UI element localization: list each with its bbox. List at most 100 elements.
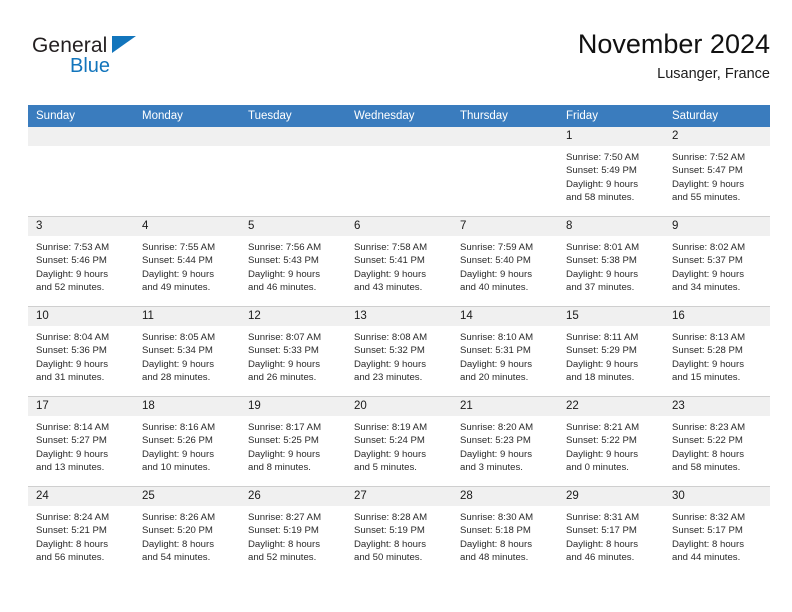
calendar-header-row: Sunday Monday Tuesday Wednesday Thursday Frid…: [28, 105, 770, 127]
daylight-duration-line1: Daylight: 9 hours: [672, 268, 744, 280]
day-number: [134, 127, 240, 146]
daylight-duration-line1: Daylight: 9 hours: [566, 448, 638, 460]
sunset-time: Sunset: 5:33 PM: [248, 345, 319, 357]
daylight-duration-line1: Daylight: 9 hours: [142, 358, 214, 370]
day-cell[interactable]: 9 Sunrise: 8:02 AM Sunset: 5:37 PM Daylight…: [664, 216, 770, 307]
day-cell[interactable]: 22 Sunrise: 8:21 AM Sunset: 5:22 PM Dayligh…: [558, 396, 664, 487]
day-cell[interactable]: 4 Sunrise: 7:55 AM Sunset: 5:44 PM Daylight…: [134, 216, 240, 307]
daylight-duration-line1: Daylight: 8 hours: [672, 538, 744, 550]
brand-logo[interactable]: General Blue: [32, 34, 262, 92]
weekday-header-thursday: Thursday: [452, 105, 558, 127]
day-cell-empty: [240, 127, 346, 217]
daylight-duration-line1: Daylight: 9 hours: [460, 358, 532, 370]
day-cell[interactable]: 12 Sunrise: 8:07 AM Sunset: 5:33 PM Dayligh…: [240, 306, 346, 397]
day-number: 2: [664, 127, 770, 146]
day-number: 20: [346, 397, 452, 416]
day-number: 4: [134, 217, 240, 236]
day-details: Sunrise: 8:08 AM Sunset: 5:32 PM Daylight:…: [346, 326, 452, 385]
day-number: 6: [346, 217, 452, 236]
day-cell[interactable]: 7 Sunrise: 7:59 AM Sunset: 5:40 PM Daylight…: [452, 216, 558, 307]
daylight-duration-line1: Daylight: 9 hours: [354, 358, 426, 370]
daylight-duration-line1: Daylight: 9 hours: [460, 268, 532, 280]
day-cell[interactable]: 18 Sunrise: 8:16 AM Sunset: 5:26 PM Dayligh…: [134, 396, 240, 487]
day-number: [452, 127, 558, 146]
day-details: Sunrise: 8:04 AM Sunset: 5:36 PM Daylight:…: [28, 326, 134, 385]
sunset-time: Sunset: 5:18 PM: [460, 525, 531, 537]
day-details: Sunrise: 8:31 AM Sunset: 5:17 PM Daylight:…: [558, 506, 664, 565]
sunset-time: Sunset: 5:25 PM: [248, 435, 319, 447]
day-cell[interactable]: 6 Sunrise: 7:58 AM Sunset: 5:41 PM Daylight…: [346, 216, 452, 307]
day-cell-empty: [28, 127, 134, 217]
daylight-duration-line1: Daylight: 9 hours: [672, 178, 744, 190]
day-number: 7: [452, 217, 558, 236]
day-cell[interactable]: 23 Sunrise: 8:23 AM Sunset: 5:22 PM Dayligh…: [664, 396, 770, 487]
day-cell[interactable]: 26 Sunrise: 8:27 AM Sunset: 5:19 PM Dayligh…: [240, 486, 346, 576]
day-details: Sunrise: 8:21 AM Sunset: 5:22 PM Daylight:…: [558, 416, 664, 475]
day-cell[interactable]: 29 Sunrise: 8:31 AM Sunset: 5:17 PM Dayligh…: [558, 486, 664, 576]
sunset-time: Sunset: 5:36 PM: [36, 345, 107, 357]
day-cell[interactable]: 19 Sunrise: 8:17 AM Sunset: 5:25 PM Dayligh…: [240, 396, 346, 487]
day-cell[interactable]: 15 Sunrise: 8:11 AM Sunset: 5:29 PM Dayligh…: [558, 306, 664, 397]
day-cell[interactable]: 24 Sunrise: 8:24 AM Sunset: 5:21 PM Dayligh…: [28, 486, 134, 576]
day-cell[interactable]: 11 Sunrise: 8:05 AM Sunset: 5:34 PM Dayligh…: [134, 306, 240, 397]
daylight-duration-line1: Daylight: 8 hours: [354, 538, 426, 550]
sunset-time: Sunset: 5:17 PM: [566, 525, 637, 537]
weekday-header-wednesday: Wednesday: [346, 105, 452, 127]
daylight-duration-line1: Daylight: 9 hours: [36, 448, 108, 460]
day-details: Sunrise: 8:24 AM Sunset: 5:21 PM Daylight:…: [28, 506, 134, 565]
day-cell[interactable]: 13 Sunrise: 8:08 AM Sunset: 5:32 PM Dayligh…: [346, 306, 452, 397]
day-number: 16: [664, 307, 770, 326]
day-cell[interactable]: 1 Sunrise: 7:50 AM Sunset: 5:49 PM Daylight…: [558, 127, 664, 217]
day-cell[interactable]: 30 Sunrise: 8:32 AM Sunset: 5:17 PM Dayligh…: [664, 486, 770, 576]
day-number: 9: [664, 217, 770, 236]
daylight-duration-line1: Daylight: 9 hours: [36, 268, 108, 280]
day-cell[interactable]: 28 Sunrise: 8:30 AM Sunset: 5:18 PM Dayligh…: [452, 486, 558, 576]
day-details: Sunrise: 8:01 AM Sunset: 5:38 PM Daylight:…: [558, 236, 664, 295]
day-number: 28: [452, 487, 558, 506]
day-cell-empty: [134, 127, 240, 217]
day-details: Sunrise: 8:02 AM Sunset: 5:37 PM Daylight:…: [664, 236, 770, 295]
daylight-duration-line2: and 23 minutes.: [354, 372, 423, 384]
day-cell[interactable]: 20 Sunrise: 8:19 AM Sunset: 5:24 PM Dayligh…: [346, 396, 452, 487]
day-cell[interactable]: 17 Sunrise: 8:14 AM Sunset: 5:27 PM Dayligh…: [28, 396, 134, 487]
sunrise-time: Sunrise: 8:26 AM: [142, 512, 216, 523]
day-number: 14: [452, 307, 558, 326]
sunset-time: Sunset: 5:37 PM: [672, 255, 743, 267]
calendar-week-row: 3 Sunrise: 7:53 AM Sunset: 5:46 PM Daylight…: [28, 216, 770, 307]
weekday-header-sunday: Sunday: [28, 105, 134, 127]
daylight-duration-line1: Daylight: 9 hours: [566, 358, 638, 370]
daylight-duration-line2: and 10 minutes.: [142, 462, 211, 474]
daylight-duration-line2: and 3 minutes.: [460, 462, 523, 474]
day-cell[interactable]: 14 Sunrise: 8:10 AM Sunset: 5:31 PM Dayligh…: [452, 306, 558, 397]
day-details: Sunrise: 8:20 AM Sunset: 5:23 PM Daylight:…: [452, 416, 558, 475]
sunset-time: Sunset: 5:43 PM: [248, 255, 319, 267]
day-number: 25: [134, 487, 240, 506]
day-cell[interactable]: 3 Sunrise: 7:53 AM Sunset: 5:46 PM Daylight…: [28, 216, 134, 307]
daylight-duration-line1: Daylight: 8 hours: [672, 448, 744, 460]
day-number: [346, 127, 452, 146]
sunrise-time: Sunrise: 8:24 AM: [36, 512, 110, 523]
sunrise-time: Sunrise: 8:19 AM: [354, 422, 428, 433]
day-number: 1: [558, 127, 664, 146]
sunrise-time: Sunrise: 8:30 AM: [460, 512, 534, 523]
day-number: [240, 127, 346, 146]
day-cell[interactable]: 2 Sunrise: 7:52 AM Sunset: 5:47 PM Daylight…: [664, 127, 770, 217]
day-cell[interactable]: 10 Sunrise: 8:04 AM Sunset: 5:36 PM Dayligh…: [28, 306, 134, 397]
calendar-body: 1 Sunrise: 7:50 AM Sunset: 5:49 PM Daylight…: [28, 127, 770, 576]
day-cell[interactable]: 16 Sunrise: 8:13 AM Sunset: 5:28 PM Dayligh…: [664, 306, 770, 397]
day-cell[interactable]: 5 Sunrise: 7:56 AM Sunset: 5:43 PM Daylight…: [240, 216, 346, 307]
sunset-time: Sunset: 5:46 PM: [36, 255, 107, 267]
day-cell[interactable]: 21 Sunrise: 8:20 AM Sunset: 5:23 PM Dayligh…: [452, 396, 558, 487]
day-number: 13: [346, 307, 452, 326]
daylight-duration-line2: and 54 minutes.: [142, 552, 211, 564]
day-cell[interactable]: 27 Sunrise: 8:28 AM Sunset: 5:19 PM Dayligh…: [346, 486, 452, 576]
day-cell[interactable]: 25 Sunrise: 8:26 AM Sunset: 5:20 PM Dayligh…: [134, 486, 240, 576]
day-number: 24: [28, 487, 134, 506]
daylight-duration-line2: and 31 minutes.: [36, 372, 105, 384]
daylight-duration-line2: and 18 minutes.: [566, 372, 635, 384]
day-number: 10: [28, 307, 134, 326]
day-details: Sunrise: 8:14 AM Sunset: 5:27 PM Daylight:…: [28, 416, 134, 475]
sunrise-time: Sunrise: 8:21 AM: [566, 422, 640, 433]
day-cell[interactable]: 8 Sunrise: 8:01 AM Sunset: 5:38 PM Daylight…: [558, 216, 664, 307]
page-subtitle-location: Lusanger, France: [657, 66, 770, 82]
